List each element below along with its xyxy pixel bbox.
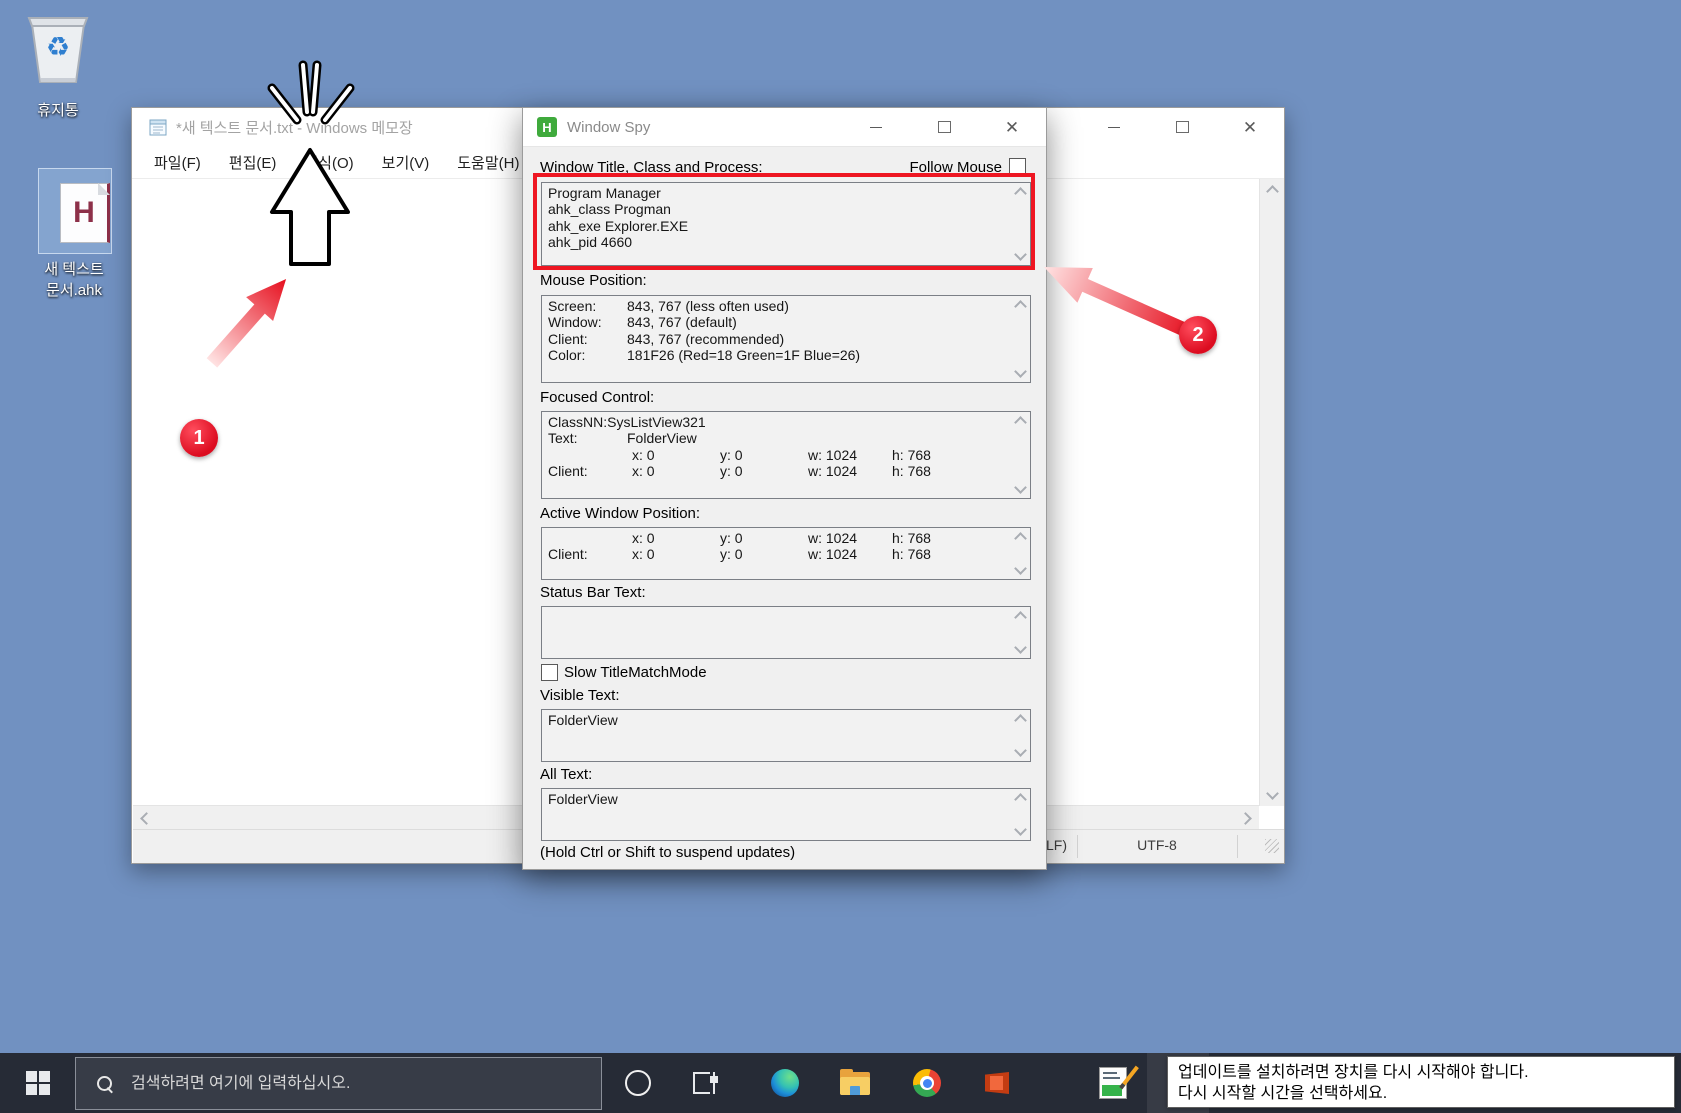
scroll-left-icon bbox=[140, 812, 153, 825]
step-badge-1: 1 bbox=[180, 419, 218, 457]
office-icon bbox=[985, 1070, 1009, 1096]
focused-control-label: Focused Control: bbox=[540, 389, 655, 406]
scroll-down-icon bbox=[1266, 787, 1279, 800]
spy-focused-control-box[interactable]: ClassNN:SysListView321 Text: FolderView x… bbox=[541, 411, 1031, 499]
menu-file[interactable]: 파일(F) bbox=[140, 146, 215, 178]
spy-active-window-box[interactable]: x: 0 y: 0 w: 1024 h: 768 Client: x: 0 y: 0 w: … bbox=[541, 527, 1031, 580]
tooltip-line-1: 업데이트를 설치하려면 장치를 다시 시작해야 합니다. bbox=[1178, 1064, 1529, 1081]
all-text-label: All Text: bbox=[540, 766, 593, 783]
search-input[interactable] bbox=[129, 1073, 601, 1094]
taskbar-search-box[interactable] bbox=[75, 1057, 602, 1110]
notepad-maximize-button[interactable] bbox=[1148, 108, 1216, 146]
annotation-highlight-box bbox=[533, 173, 1035, 270]
status-encoding: UTF-8 bbox=[1137, 837, 1177, 853]
desktop: ♻ 휴지통 H 새 텍스트 문서.ahk *새 텍스트 문서.txt - Win… bbox=[0, 0, 1681, 1113]
editor-button[interactable] bbox=[1082, 1053, 1144, 1113]
click-cursor-graphic bbox=[267, 60, 355, 266]
menu-view[interactable]: 보기(V) bbox=[368, 146, 444, 178]
spy-mouse-position-box[interactable]: Screen: 843, 767 (less often used) Window… bbox=[541, 295, 1031, 383]
visible-text-label: Visible Text: bbox=[540, 687, 620, 704]
close-icon: ✕ bbox=[1242, 117, 1258, 137]
minimize-icon bbox=[870, 126, 882, 128]
search-icon bbox=[97, 1075, 113, 1093]
recycle-bin-shortcut[interactable]: ♻ 휴지통 bbox=[18, 8, 98, 120]
slow-titlematchmode-checkbox[interactable] bbox=[541, 664, 558, 681]
cortana-icon bbox=[625, 1070, 651, 1096]
menu-help[interactable]: 도움말(H) bbox=[443, 146, 533, 178]
edge-icon bbox=[771, 1069, 799, 1097]
cortana-button[interactable] bbox=[607, 1053, 669, 1113]
start-button[interactable] bbox=[0, 1053, 75, 1113]
minimize-icon bbox=[1108, 126, 1120, 128]
window-spy-titlebar[interactable]: H Window Spy ✕ bbox=[523, 108, 1046, 146]
spy-visible-text-box[interactable]: FolderView bbox=[541, 709, 1031, 762]
maximize-icon bbox=[937, 121, 951, 133]
notepad-vertical-scrollbar[interactable] bbox=[1259, 179, 1284, 806]
close-icon: ✕ bbox=[1004, 117, 1020, 137]
recycle-symbol: ♻ bbox=[45, 32, 71, 62]
task-view-icon bbox=[693, 1072, 718, 1094]
chrome-button[interactable] bbox=[896, 1053, 958, 1113]
file-explorer-button[interactable] bbox=[824, 1053, 886, 1113]
box-scrollbar[interactable] bbox=[1012, 528, 1030, 579]
status-separator bbox=[1237, 835, 1238, 858]
scroll-up-icon bbox=[1266, 185, 1279, 198]
editor-icon bbox=[1099, 1065, 1139, 1099]
mouse-position-label: Mouse Position: bbox=[540, 272, 647, 289]
box-scrollbar[interactable] bbox=[1012, 710, 1030, 761]
ahk-file-icon: H bbox=[60, 183, 110, 243]
slow-titlematchmode-label: Slow TitleMatchMode bbox=[564, 664, 707, 681]
windows-logo-icon bbox=[25, 1071, 50, 1095]
notepad-minimize-button[interactable] bbox=[1080, 108, 1148, 146]
spy-minimize-button[interactable] bbox=[842, 108, 910, 146]
autohotkey-icon: H bbox=[537, 117, 557, 137]
maximize-icon bbox=[1175, 121, 1189, 133]
spy-footer-note: (Hold Ctrl or Shift to suspend updates) bbox=[540, 844, 796, 861]
spy-maximize-button[interactable] bbox=[910, 108, 978, 146]
notepad-app-icon bbox=[149, 119, 167, 136]
box-scrollbar[interactable] bbox=[1012, 607, 1030, 658]
spy-close-button[interactable]: ✕ bbox=[978, 108, 1046, 146]
page-fold-icon bbox=[98, 183, 110, 195]
chrome-icon bbox=[913, 1069, 941, 1097]
status-bar-text-label: Status Bar Text: bbox=[540, 584, 646, 601]
scroll-right-icon bbox=[1239, 812, 1252, 825]
file-explorer-icon bbox=[840, 1068, 870, 1095]
box-scrollbar[interactable] bbox=[1012, 789, 1030, 840]
notepad-close-button[interactable]: ✕ bbox=[1216, 108, 1284, 146]
recycle-bin-label: 휴지통 bbox=[37, 102, 79, 119]
tooltip-line-2: 다시 시작할 시간을 선택하세요. bbox=[1178, 1085, 1388, 1102]
active-window-position-label: Active Window Position: bbox=[540, 505, 701, 522]
step-badge-2: 2 bbox=[1179, 316, 1217, 354]
office-button[interactable] bbox=[966, 1053, 1028, 1113]
edge-button[interactable] bbox=[754, 1053, 816, 1113]
window-spy-title: Window Spy bbox=[567, 118, 651, 136]
ahk-file-label: 새 텍스트 문서.ahk bbox=[44, 261, 104, 299]
resize-grip-icon[interactable] bbox=[1265, 839, 1279, 853]
spy-status-bar-box[interactable] bbox=[541, 606, 1031, 659]
box-scrollbar[interactable] bbox=[1012, 296, 1030, 382]
spy-all-text-box[interactable]: FolderView bbox=[541, 788, 1031, 841]
box-scrollbar[interactable] bbox=[1012, 412, 1030, 498]
task-view-button[interactable] bbox=[674, 1053, 736, 1113]
update-tooltip: 업데이트를 설치하려면 장치를 다시 시작해야 합니다. 다시 시작할 시간을 … bbox=[1167, 1056, 1675, 1108]
ahk-icon-letter: H bbox=[73, 196, 95, 229]
